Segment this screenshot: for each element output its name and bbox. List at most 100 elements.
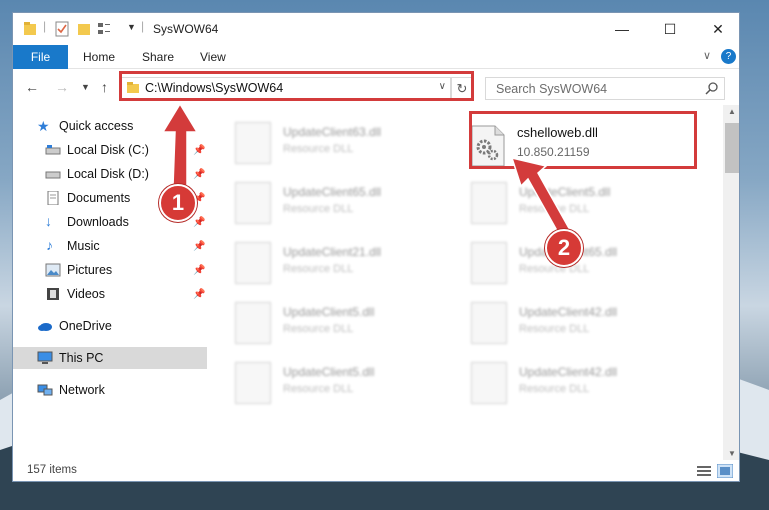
- customize-toolbar-icon[interactable]: ▼: [127, 22, 136, 32]
- pin-icon[interactable]: 📌: [193, 217, 205, 228]
- file-type: Resource DLL: [519, 323, 590, 335]
- file-name: UpdateClient21.dll: [283, 245, 382, 259]
- file-type: Resource DLL: [519, 383, 590, 395]
- sidebar-item-videos[interactable]: Videos 📌: [13, 283, 207, 305]
- tab-share[interactable]: Share: [142, 50, 174, 64]
- maximize-button[interactable]: ☐: [647, 13, 693, 45]
- cloud-icon: [38, 323, 52, 331]
- sidebar-item-local-disk-c[interactable]: Local Disk (C:) 📌: [13, 139, 207, 161]
- sidebar-item-label: Documents: [67, 191, 131, 205]
- file-name: UpdateClient42.dll: [519, 365, 618, 379]
- file-item[interactable]: UpdateClient5.dll Resource DLL: [235, 297, 455, 353]
- help-button[interactable]: ?: [721, 49, 736, 64]
- tab-view[interactable]: View: [200, 50, 226, 64]
- close-button[interactable]: ✕: [695, 13, 739, 45]
- minimize-button[interactable]: —: [599, 13, 645, 45]
- file-name: UpdateClient5.dll: [283, 365, 375, 379]
- sidebar-item-label: This PC: [59, 351, 104, 365]
- sidebar-item-label: Music: [67, 239, 100, 253]
- step-badge-2: 2: [545, 229, 583, 267]
- pin-icon[interactable]: 📌: [193, 241, 205, 252]
- dll-file-icon: [471, 302, 507, 344]
- sidebar-item-quick-access[interactable]: ★ Quick access: [13, 115, 207, 137]
- title-bar: | ▼ | SysWOW64 — ☐ ✕: [13, 13, 739, 45]
- sidebar-item-local-disk-d[interactable]: Local Disk (D:) 📌: [13, 163, 207, 185]
- dll-file-icon: [471, 362, 507, 404]
- file-name: UpdateClient5.dll: [283, 305, 375, 319]
- folder-icon: [24, 22, 36, 35]
- file-name: UpdateClient5.dll: [519, 185, 611, 199]
- sidebar-item-this-pc[interactable]: This PC: [13, 347, 207, 369]
- sidebar-item-label: Local Disk (D:): [67, 167, 149, 181]
- dll-file-icon: [471, 242, 507, 284]
- file-type: Resource DLL: [283, 323, 354, 335]
- file-item[interactable]: UpdateClient65.dll Resource DLL: [235, 177, 455, 233]
- file-item[interactable]: UpdateClient5.dll Resource DLL: [471, 177, 691, 233]
- sidebar-item-label: Network: [59, 383, 105, 397]
- status-bar: 157 items: [13, 460, 739, 481]
- file-item[interactable]: UpdateClient63.dll Resource DLL: [235, 117, 455, 173]
- dll-file-icon: [471, 182, 507, 224]
- sidebar-item-onedrive[interactable]: OneDrive: [13, 315, 207, 337]
- file-type: Resource DLL: [283, 263, 354, 275]
- file-item[interactable]: UpdateClient5.dll Resource DLL: [235, 357, 455, 413]
- sidebar-item-label: Local Disk (C:): [67, 143, 149, 157]
- vertical-scrollbar[interactable]: ▲ ▼: [723, 105, 739, 460]
- dll-file-icon: [235, 242, 271, 284]
- window-title: SysWOW64: [153, 22, 219, 36]
- pin-icon[interactable]: 📌: [193, 169, 205, 180]
- dll-file-icon: [235, 122, 271, 164]
- sidebar-item-network[interactable]: Network: [13, 379, 207, 401]
- item-count: 157 items: [27, 464, 77, 476]
- videos-icon: [47, 288, 59, 300]
- file-type: Resource DLL: [283, 383, 354, 395]
- back-arrow-icon[interactable]: ←: [25, 79, 39, 95]
- scroll-down-icon[interactable]: ▼: [728, 449, 736, 458]
- sidebar-item-label: Pictures: [67, 263, 113, 277]
- navigation-pane: ★ Quick access Local Disk (C:) 📌 Local D…: [13, 105, 209, 460]
- file-item[interactable]: UpdateClient42.dll Resource DLL: [471, 297, 691, 353]
- sidebar-item-label: Downloads: [67, 215, 129, 229]
- sidebar-item-label: OneDrive: [59, 319, 112, 333]
- sidebar-item-label: Quick access: [59, 119, 134, 133]
- file-name: UpdateClient65.dll: [283, 185, 382, 199]
- sidebar-item-pictures[interactable]: Pictures 📌: [13, 259, 207, 281]
- search-input[interactable]: Search SysWOW64: [485, 77, 725, 100]
- tab-home[interactable]: Home: [83, 50, 115, 64]
- network-icon: [37, 384, 53, 396]
- downloads-icon: ↓: [45, 213, 52, 229]
- scroll-up-icon[interactable]: ▲: [728, 107, 736, 116]
- star-icon: ★: [37, 118, 50, 134]
- new-folder-icon[interactable]: [77, 21, 91, 37]
- up-arrow-icon[interactable]: ↑: [101, 79, 108, 95]
- view-options-icon[interactable]: [97, 21, 111, 37]
- pin-icon[interactable]: 📌: [193, 265, 205, 276]
- file-type: Resource DLL: [283, 203, 354, 215]
- file-item[interactable]: UpdateClient21.dll Resource DLL: [235, 237, 455, 293]
- file-item[interactable]: UpdateClient42.dll Resource DLL: [471, 357, 691, 413]
- scrollbar-thumb[interactable]: [725, 123, 739, 173]
- properties-icon[interactable]: [55, 21, 69, 37]
- computer-icon: [37, 351, 53, 364]
- file-name: UpdateClient42.dll: [519, 305, 618, 319]
- music-icon: ♪: [46, 237, 53, 253]
- disk-icon: [45, 171, 61, 179]
- pin-icon[interactable]: 📌: [193, 145, 205, 156]
- search-placeholder: Search SysWOW64: [496, 82, 608, 96]
- disk-icon: [45, 145, 61, 155]
- file-highlight-box: [469, 111, 697, 169]
- sidebar-item-music[interactable]: ♪ Music 📌: [13, 235, 207, 257]
- expand-ribbon-button[interactable]: ∨: [703, 49, 711, 62]
- forward-arrow-icon[interactable]: →: [55, 79, 69, 95]
- pin-icon[interactable]: 📌: [193, 289, 205, 300]
- file-type: Resource DLL: [283, 143, 354, 155]
- dll-file-icon: [235, 182, 271, 224]
- details-view-icon[interactable]: [697, 465, 711, 477]
- tab-file[interactable]: File: [13, 45, 68, 69]
- dll-file-icon: [235, 362, 271, 404]
- ribbon-tabs: File Home Share View ∨ ?: [13, 45, 739, 69]
- file-name: UpdateClient63.dll: [283, 125, 382, 139]
- dll-file-icon: [235, 302, 271, 344]
- recent-locations-icon[interactable]: ▼: [81, 82, 90, 92]
- large-icons-view-icon[interactable]: [717, 464, 733, 478]
